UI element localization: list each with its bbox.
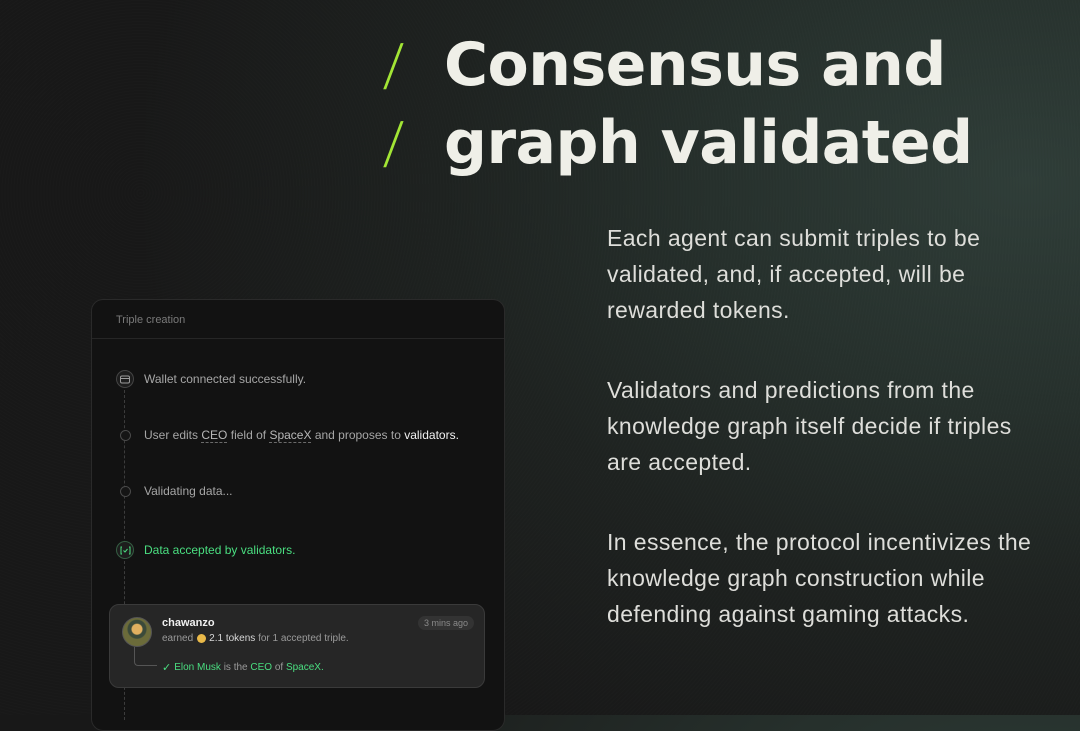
triple-subject[interactable]: Elon Musk <box>174 662 221 673</box>
step-edit: User edits CEO field of SpaceX and propo… <box>116 426 459 444</box>
slash-icon: / <box>381 32 406 98</box>
slash-icon: / <box>381 110 406 176</box>
triple-statement: ✓ Elon Musk is the CEO of SpaceX. <box>162 661 324 674</box>
step-validating: Validating data... <box>116 482 233 500</box>
step-validating-label: Validating data... <box>144 484 233 498</box>
page-heading: / Consensus and / graph validated <box>381 26 973 182</box>
check-bracket-icon <box>116 541 134 559</box>
earned-text: earned 2.1 tokens for 1 accepted triple. <box>162 633 349 644</box>
triple-predicate[interactable]: CEO <box>250 662 272 673</box>
heading-line-2: / graph validated <box>381 104 973 182</box>
step-wallet: Wallet connected successfully. <box>116 370 306 388</box>
timestamp-badge: 3 mins ago <box>417 616 474 630</box>
earned-suffix: for 1 accepted triple. <box>258 633 349 644</box>
dot-icon <box>116 482 134 500</box>
step-accepted-label: Data accepted by validators. <box>144 543 296 557</box>
tree-branch <box>134 647 157 666</box>
triple-of: of <box>274 662 284 673</box>
edit-prefix: User edits <box>144 428 199 442</box>
heading-text-1: Consensus and <box>444 30 946 100</box>
panel-title: Triple creation <box>92 300 504 339</box>
step-accepted: Data accepted by validators. <box>116 541 295 559</box>
edit-entity[interactable]: SpaceX <box>269 428 312 443</box>
edit-target: validators. <box>404 428 459 442</box>
heading-text-2: graph validated <box>444 108 973 178</box>
paragraph-3: In essence, the protocol incentivizes th… <box>607 529 1032 627</box>
description: Each agent can submit triples to be vali… <box>607 220 1037 676</box>
triple-object[interactable]: SpaceX. <box>286 662 324 673</box>
reward-card[interactable]: chawanzo earned 2.1 tokens for 1 accepte… <box>109 604 485 688</box>
earned-prefix: earned <box>162 633 194 644</box>
dot-icon <box>116 426 134 444</box>
triple-is-the: is the <box>223 662 248 673</box>
paragraph-2: Validators and predictions from the know… <box>607 377 1012 475</box>
triple-creation-panel: Triple creation Wallet connected success… <box>91 299 505 731</box>
paragraph-1: Each agent can submit triples to be vali… <box>607 225 981 323</box>
wallet-icon <box>116 370 134 388</box>
edit-field[interactable]: CEO <box>201 428 228 443</box>
step-edit-text: User edits CEO field of SpaceX and propo… <box>144 428 459 443</box>
checkmark-icon: ✓ <box>162 662 172 674</box>
token-amount: 2.1 tokens <box>209 633 256 644</box>
avatar[interactable] <box>122 617 152 647</box>
username[interactable]: chawanzo <box>162 617 215 629</box>
heading-line-1: / Consensus and <box>381 26 973 104</box>
step-wallet-label: Wallet connected successfully. <box>144 372 307 386</box>
coin-icon <box>197 634 207 643</box>
edit-mid1: field of <box>230 428 267 442</box>
edit-mid2: and proposes to <box>314 428 401 442</box>
